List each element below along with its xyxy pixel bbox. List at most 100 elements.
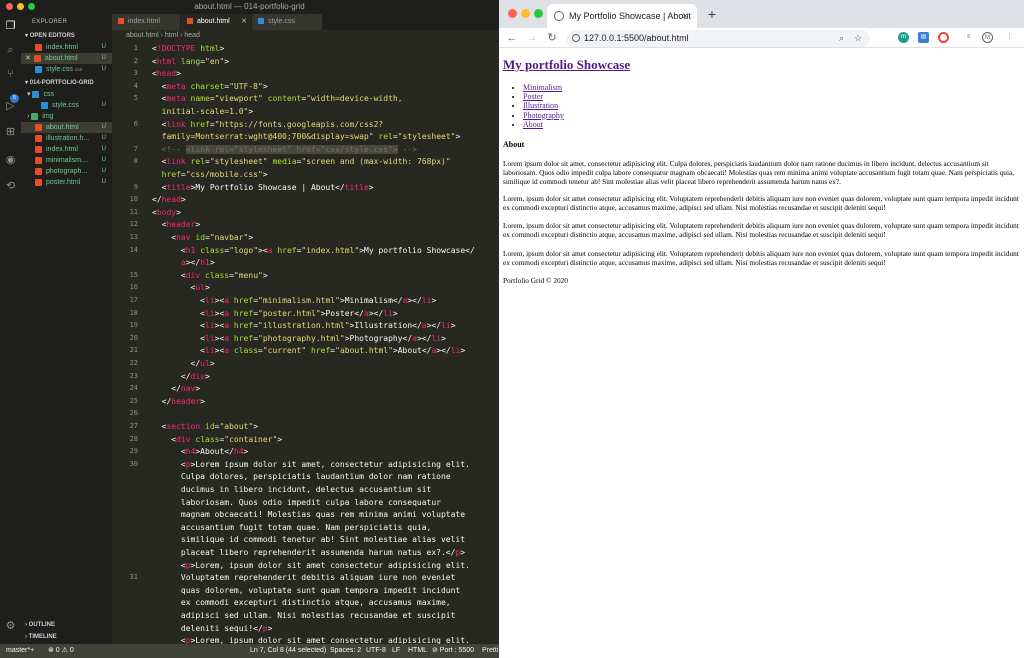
open-editor-item[interactable]: ✕ about.html U [21, 53, 112, 64]
close-tab-icon[interactable]: ✕ [681, 4, 689, 28]
html-file-icon [35, 178, 42, 186]
url-text: 127.0.0.1:5500/about.html [584, 33, 689, 43]
forward-icon[interactable]: → [525, 30, 539, 46]
close-tab-icon[interactable]: ✕ [241, 14, 247, 30]
tab-about-html[interactable]: about.html ✕ [181, 14, 251, 30]
file-item[interactable]: minimalism.... U [21, 155, 112, 166]
paragraph: Lorem ipsum dolor sit amet, consectetur … [503, 159, 1015, 187]
footer-text: Portfolio Grid © 2020 [503, 276, 568, 285]
problems-status[interactable]: ⊗ 0 ⚠ 0 [48, 644, 74, 658]
extension-icon[interactable] [938, 32, 949, 43]
file-item[interactable]: style.css U [21, 100, 112, 111]
close-window-button[interactable] [6, 3, 13, 10]
menu-link-poster[interactable]: Poster [523, 92, 543, 101]
zoom-icon[interactable]: ⌕ [839, 30, 844, 47]
web-page: My portfolio Showcase Minimalism Poster … [499, 48, 1024, 658]
search-icon[interactable]: ⌕ [4, 44, 17, 57]
file-item[interactable]: illustration.h... U [21, 133, 112, 144]
browser-window: My Portfolio Showcase | About ✕ + ← → ↻ … [499, 0, 1024, 658]
file-item[interactable]: about.html U [21, 122, 112, 133]
line-number: 19 [129, 321, 138, 330]
live-share-icon[interactable]: ⟲ [4, 180, 17, 193]
close-window-button[interactable] [508, 9, 517, 18]
file-item[interactable]: index.html U [21, 144, 112, 155]
info-icon[interactable] [572, 34, 580, 42]
code-line: accusantium fugit totam quae. Nam perspi… [152, 522, 432, 532]
menu-link-about[interactable]: About [523, 120, 543, 129]
tab-index-html[interactable]: index.html [112, 14, 180, 30]
folder-item[interactable]: › img [21, 111, 112, 122]
window-title: about.html — 014-portfolio-grid [194, 2, 305, 11]
logo-link[interactable]: My portfolio Showcase [503, 57, 630, 72]
section-heading: About [503, 140, 525, 149]
zoom-window-button[interactable] [28, 3, 35, 10]
folder-item[interactable]: ▾ css [21, 89, 112, 100]
new-tab-button[interactable]: + [705, 6, 719, 22]
menu-link-photography[interactable]: Photography [523, 111, 564, 120]
gear-icon[interactable]: ⚙ [4, 620, 17, 633]
eol-status[interactable]: LF [392, 644, 400, 658]
indent-status[interactable]: Spaces: 2 [330, 644, 361, 658]
breadcrumb[interactable]: about.html › html › head [112, 30, 499, 42]
code-line: <p>Lorem, ipsum dolor sit amet consectet… [152, 636, 470, 644]
run-debug-icon[interactable]: ▷ [4, 100, 17, 113]
menu-icon[interactable]: ⋮ [1004, 32, 1015, 43]
code-line: <!-- <link rel="stylesheet" href="css/st… [161, 144, 417, 154]
reload-icon[interactable]: ↻ [545, 30, 559, 46]
html-file-icon [35, 145, 42, 153]
open-editors-section[interactable]: ▾ OPEN EDITORS [21, 30, 112, 42]
line-number: 12 [129, 220, 138, 229]
line-number: 15 [129, 270, 138, 279]
remote-icon[interactable]: ◉ [4, 154, 17, 167]
css-file-icon [258, 18, 264, 25]
browser-tab[interactable]: My Portfolio Showcase | About ✕ [547, 4, 697, 28]
reading-list-icon[interactable]: ≡ [963, 32, 974, 43]
line-number: 27 [129, 422, 138, 430]
paragraph: Lorem, ipsum dolor sit amet consectetur … [503, 221, 1019, 240]
open-editor-item[interactable]: index.html U [21, 42, 112, 53]
close-icon[interactable]: ✕ [25, 55, 31, 62]
paragraph: Lorem, ipsum dolor sit amet consectetur … [503, 249, 1019, 268]
outline-section[interactable]: › OUTLINE [21, 620, 112, 631]
line-number: 9 [133, 182, 138, 191]
code-line: <div class="container"> [152, 434, 283, 444]
code-line: <html lang="en"> [152, 56, 230, 66]
language-status[interactable]: HTML [408, 644, 427, 658]
back-icon[interactable]: ← [505, 30, 519, 46]
files-icon[interactable]: ❐ [4, 20, 17, 33]
tab-style-css[interactable]: style.css [252, 14, 322, 30]
line-number: 8 [133, 157, 138, 166]
cursor-position[interactable]: Ln 7, Col 8 (44 selected) [250, 644, 326, 658]
open-editor-item[interactable]: style.css css U [21, 64, 112, 75]
editor-tabs: index.html about.html ✕ style.css [112, 14, 499, 30]
profile-avatar[interactable]: M [982, 32, 993, 43]
source-control-icon[interactable]: ⑂ [4, 68, 17, 81]
globe-icon [554, 11, 564, 21]
encoding-status[interactable]: UTF-8 [366, 644, 386, 658]
code-line: <li><a class="current" href="about.html"… [152, 346, 466, 356]
timeline-section[interactable]: › TIMELINE [21, 632, 112, 643]
zoom-window-button[interactable] [534, 9, 543, 18]
menu-link-illustration[interactable]: Illustration [523, 101, 558, 110]
address-bar[interactable]: 127.0.0.1:5500/about.html ⌕ ☆ [566, 30, 870, 47]
file-item[interactable]: photograph... U [21, 166, 112, 177]
html-file-icon [35, 167, 42, 175]
line-number: 2 [133, 56, 138, 65]
extension-icon[interactable]: ▤ [918, 32, 929, 43]
menu-link-minimalism[interactable]: Minimalism [523, 83, 562, 92]
extension-icon[interactable]: m [898, 32, 909, 43]
project-section[interactable]: ▾ 014-PORTFOLIO-GRID [21, 77, 112, 89]
code-line: <ul> [152, 283, 210, 293]
line-number: 30 [129, 459, 138, 468]
live-server-status[interactable]: ⊘ Port : 5500 [432, 644, 474, 658]
minimize-window-button[interactable] [521, 9, 530, 18]
bookmark-star-icon[interactable]: ☆ [854, 30, 862, 47]
extensions-icon[interactable]: ⊞ [4, 126, 17, 139]
line-number: 21 [129, 346, 138, 355]
prettier-status[interactable]: Pretti [482, 644, 498, 658]
code-editor[interactable]: 1 <!DOCTYPE html> 2 <html lang="en"> 3 <head>… [112, 42, 499, 644]
html-file-icon [35, 156, 42, 164]
minimize-window-button[interactable] [17, 3, 24, 10]
file-item[interactable]: poster.html U [21, 177, 112, 188]
branch-status[interactable]: master*+ [6, 644, 34, 658]
